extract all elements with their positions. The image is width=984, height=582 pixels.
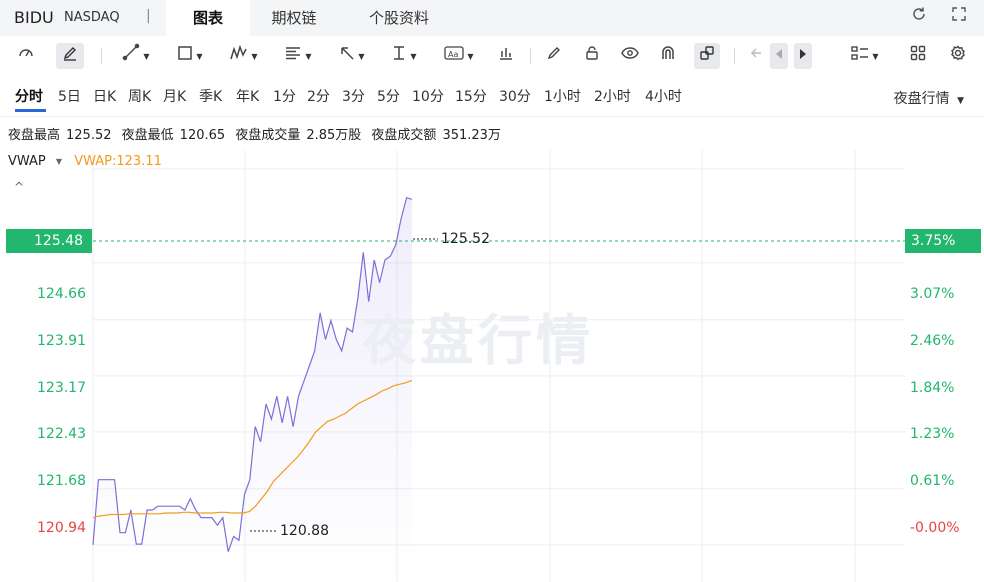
- watermark: 夜盘行情: [362, 309, 594, 372]
- collapse-icon[interactable]: ^: [14, 180, 24, 194]
- pct-tick: -0.00%: [910, 520, 960, 536]
- price-tick: 120.94: [37, 520, 86, 536]
- price-tick: 124.66: [37, 286, 86, 302]
- chevron-down-icon[interactable]: ▼: [56, 157, 62, 166]
- vwap-indicator-row: VWAP ▼ VWAP:123.11: [8, 154, 162, 169]
- pct-tick: 0.61%: [910, 473, 955, 489]
- pct-tick: 1.23%: [910, 426, 955, 442]
- pct-tick: 2.46%: [910, 333, 955, 349]
- indicator-name[interactable]: VWAP: [8, 154, 46, 169]
- price-tick: 121.68: [37, 473, 86, 489]
- vwap-value: VWAP:123.11: [74, 154, 162, 169]
- pct-tick: 1.84%: [910, 380, 955, 396]
- current-pct-badge: 3.75%: [905, 229, 981, 253]
- high-annotation: 125.52: [441, 231, 490, 247]
- app-root: BIDU NASDAQ | 图表 期权链 个股资料 ▼ ▼ ▼ ▼ ▼ ▼ Aa…: [0, 0, 984, 582]
- current-price-badge: 125.48: [6, 229, 92, 253]
- pct-tick: 3.07%: [910, 286, 955, 302]
- intraday-chart[interactable]: [0, 0, 984, 582]
- price-tick: 123.91: [37, 333, 86, 349]
- price-tick: 122.43: [37, 426, 86, 442]
- price-tick: 123.17: [37, 380, 86, 396]
- low-annotation: 120.88: [280, 523, 329, 539]
